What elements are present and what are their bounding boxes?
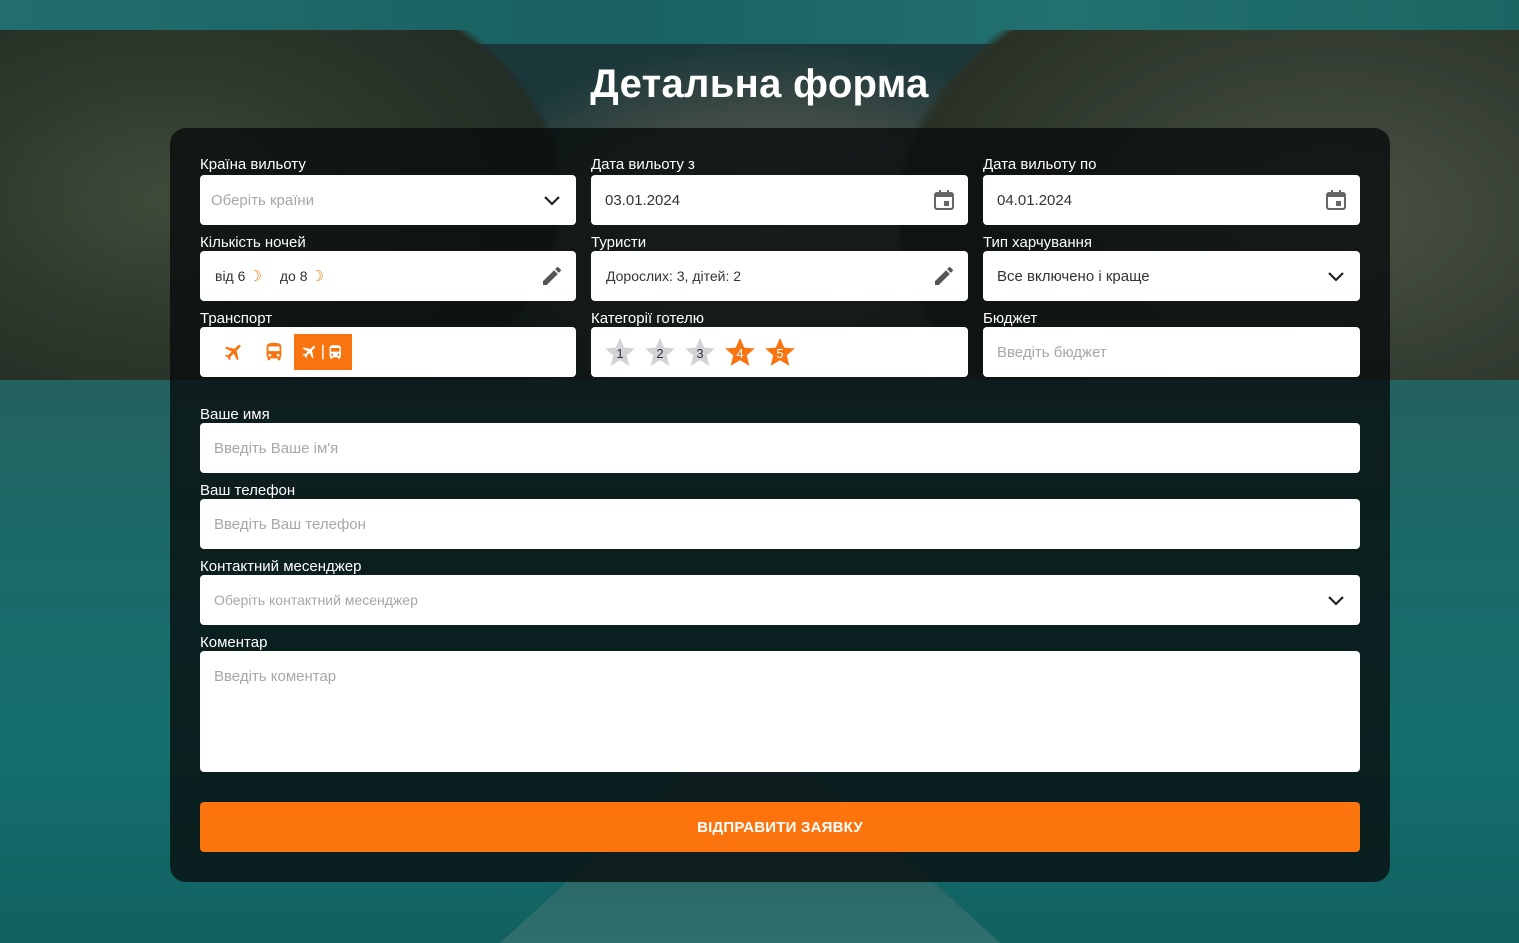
pencil-icon[interactable] xyxy=(540,264,564,288)
country-label: Країна вильоту xyxy=(200,156,306,173)
nights-input[interactable]: від 6 ☽ до 8 ☽ xyxy=(200,251,576,301)
star-label: 2 xyxy=(656,345,664,361)
star-rating-2[interactable]: 2 xyxy=(643,335,677,369)
meal-value: Все включено і краще xyxy=(997,267,1150,285)
star-rating-3[interactable]: 3 xyxy=(683,335,717,369)
tourists-value: Дорослих: 3, дітей: 2 xyxy=(606,268,742,284)
transport-plane-bus-button[interactable] xyxy=(294,334,352,370)
tourists-input[interactable]: Дорослих: 3, дітей: 2 xyxy=(591,251,968,301)
pencil-icon[interactable] xyxy=(932,264,956,288)
budget-input[interactable]: Введіть бюджет xyxy=(983,327,1360,377)
star-label: 1 xyxy=(616,345,624,361)
country-select[interactable]: Оберіть країни xyxy=(200,175,576,225)
transport-bus-button[interactable] xyxy=(254,334,294,370)
budget-label: Бюджет xyxy=(983,310,1038,327)
star-rating-4[interactable]: 4 xyxy=(723,335,757,369)
transport-label: Транспорт xyxy=(200,310,273,327)
submit-button[interactable]: ВІДПРАВИТИ ЗАЯВКУ xyxy=(200,802,1360,852)
budget-placeholder: Введіть бюджет xyxy=(997,343,1107,361)
moon-icon: ☽ xyxy=(310,268,324,285)
name-input[interactable]: Введіть Ваше ім'я xyxy=(200,423,1360,473)
plane-bus-icon xyxy=(302,344,341,360)
messenger-label: Контактний месенджер xyxy=(200,558,362,575)
comment-placeholder: Введіть коментар xyxy=(214,668,337,685)
phone-label: Ваш телефон xyxy=(200,482,296,499)
plane-icon xyxy=(224,344,241,361)
nights-from: від 6 xyxy=(215,268,246,284)
calendar-icon[interactable] xyxy=(1324,188,1348,212)
star-label: 3 xyxy=(696,345,704,361)
calendar-icon[interactable] xyxy=(932,188,956,212)
date-to-input[interactable]: 04.01.2024 xyxy=(983,175,1360,225)
comment-label: Коментар xyxy=(200,634,268,651)
star-label: 4 xyxy=(736,345,744,361)
moon-icon: ☽ xyxy=(248,268,262,285)
star-label: 5 xyxy=(776,345,784,361)
star-rating-5[interactable]: 5 xyxy=(763,335,797,369)
nights-label: Кількість ночей xyxy=(200,234,306,251)
name-placeholder: Введіть Ваше ім'я xyxy=(214,439,339,457)
chevron-down-icon xyxy=(544,196,560,206)
bus-icon xyxy=(266,342,282,361)
phone-placeholder: Введіть Ваш телефон xyxy=(214,515,366,533)
date-from-value: 03.01.2024 xyxy=(605,191,681,209)
country-placeholder: Оберіть країни xyxy=(211,191,315,209)
tourists-label: Туристи xyxy=(591,234,647,251)
hotel-category-selector: 1 2 3 4 5 xyxy=(591,327,968,377)
phone-input[interactable]: Введіть Ваш телефон xyxy=(200,499,1360,549)
comment-textarea[interactable]: Введіть коментар xyxy=(200,651,1360,772)
transport-selector xyxy=(200,327,576,377)
date-from-input[interactable]: 03.01.2024 xyxy=(591,175,968,225)
meal-select[interactable]: Все включено і краще xyxy=(983,251,1360,301)
messenger-select[interactable]: Оберіть контактний месенджер xyxy=(200,575,1360,625)
page-title: Детальна форма xyxy=(590,62,929,106)
chevron-down-icon xyxy=(1328,596,1344,606)
date-to-value: 04.01.2024 xyxy=(997,191,1073,209)
name-label: Ваше имя xyxy=(200,406,270,423)
hotel-category-label: Категорії готелю xyxy=(591,310,704,327)
transport-plane-button[interactable] xyxy=(214,334,254,370)
messenger-placeholder: Оберіть контактний месенджер xyxy=(214,592,418,608)
date-from-label: Дата вильоту з xyxy=(591,156,695,173)
date-to-label: Дата вильоту по xyxy=(983,156,1097,173)
meal-label: Тип харчування xyxy=(983,234,1093,251)
nights-to: до 8 xyxy=(279,268,308,284)
chevron-down-icon xyxy=(1328,272,1344,282)
detailed-form: Країна вильоту Оберіть країни Дата вильо… xyxy=(170,128,1390,882)
star-rating-1[interactable]: 1 xyxy=(603,335,637,369)
